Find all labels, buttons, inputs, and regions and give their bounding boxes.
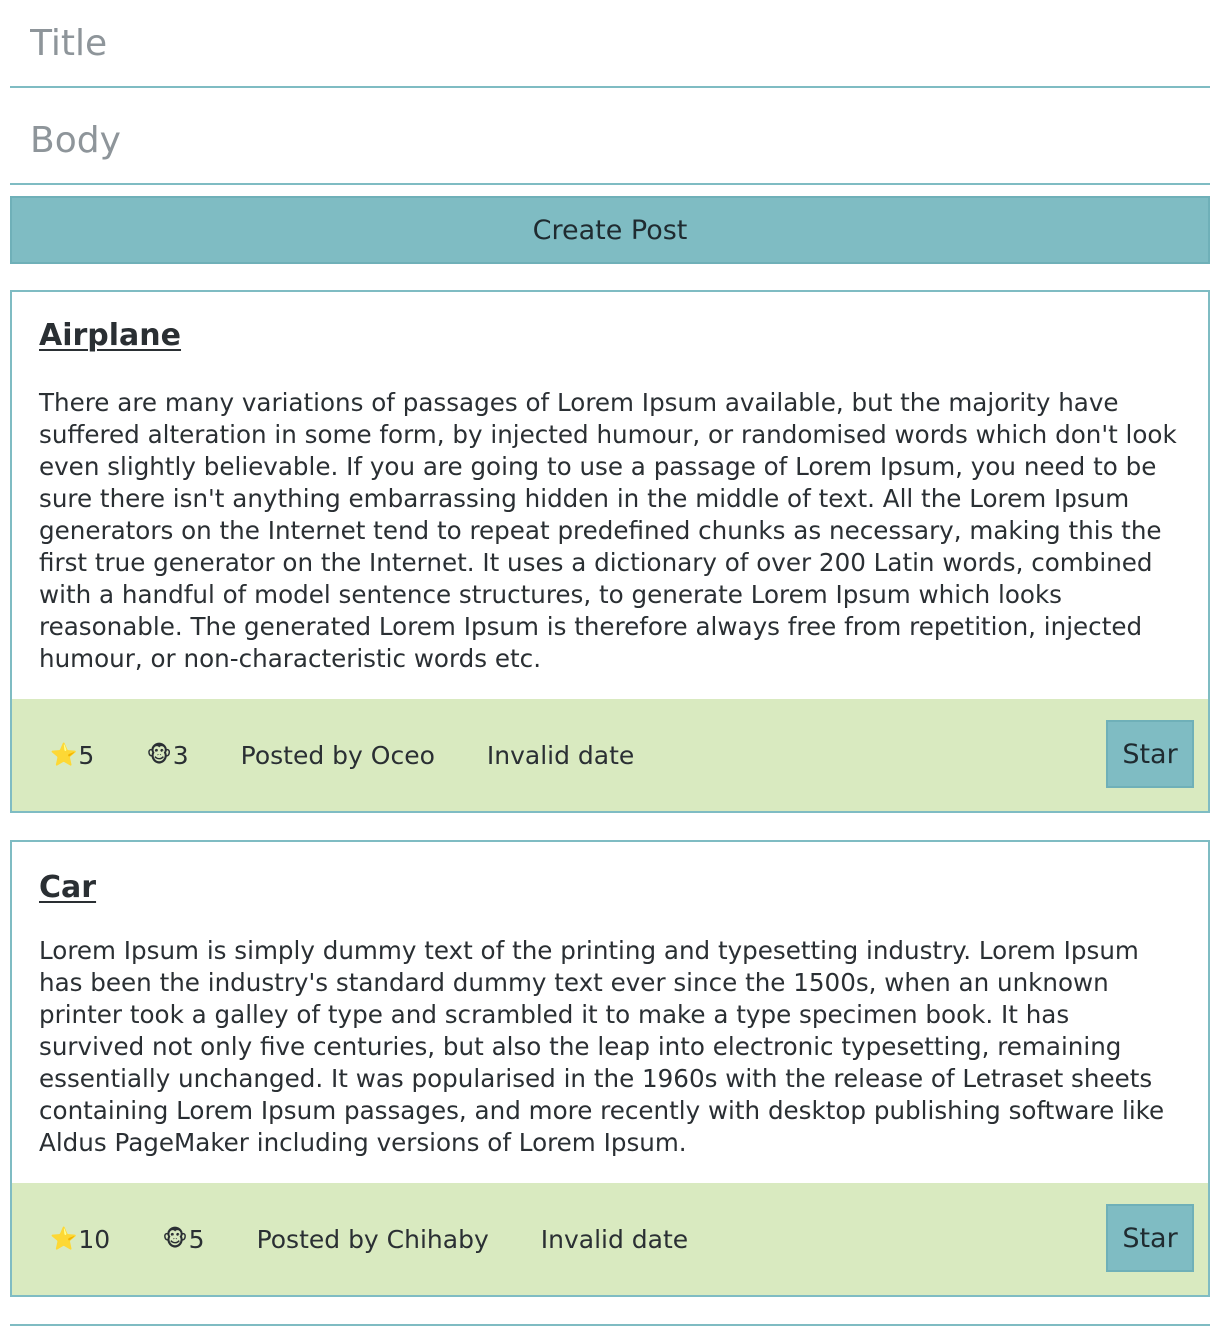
star-button[interactable]: Star	[1106, 1204, 1194, 1272]
post-card: Car Lorem Ipsum is simply dummy text of …	[10, 840, 1210, 1297]
monkey-icon: 🐵	[146, 742, 172, 768]
monkey-count-value: 5	[188, 1224, 205, 1254]
monkey-icon: 🐵	[162, 1226, 188, 1252]
post-title-link[interactable]: Car	[39, 870, 96, 905]
page: Create Post Airplane There are many vari…	[10, 0, 1210, 1326]
star-count-value: 10	[78, 1224, 111, 1254]
body-input[interactable]	[10, 119, 1210, 161]
post-date: Invalid date	[486, 740, 635, 770]
post-card: Airplane There are many variations of pa…	[10, 290, 1210, 813]
post-title-link[interactable]: Airplane	[39, 318, 181, 353]
post-content: Car Lorem Ipsum is simply dummy text of …	[12, 842, 1208, 1183]
monkey-count-value: 3	[172, 740, 189, 770]
body-field-wrapper	[10, 97, 1210, 185]
posted-by: Posted by Oceo	[240, 740, 435, 770]
star-count: ⭐ 10	[50, 1225, 110, 1254]
monkey-count: 🐵 3	[146, 741, 188, 770]
next-post-border	[10, 1324, 1210, 1326]
post-body: Lorem Ipsum is simply dummy text of the …	[39, 936, 1165, 1157]
create-post-button[interactable]: Create Post	[10, 196, 1210, 264]
post-footer: ⭐ 10 🐵 5 Posted by Chihaby Invalid date …	[12, 1183, 1208, 1295]
star-icon: ⭐	[50, 742, 78, 768]
posted-by: Posted by Chihaby	[256, 1224, 489, 1254]
title-input[interactable]	[10, 22, 1210, 64]
monkey-count: 🐵 5	[162, 1225, 204, 1254]
star-icon: ⭐	[50, 1226, 78, 1252]
star-count-value: 5	[78, 740, 95, 770]
create-post-form: Create Post	[10, 0, 1210, 264]
title-field-wrapper	[10, 0, 1210, 88]
post-date: Invalid date	[540, 1224, 689, 1254]
post-content: Airplane There are many variations of pa…	[12, 292, 1208, 699]
star-button[interactable]: Star	[1106, 720, 1194, 788]
post-body: There are many variations of passages of…	[39, 388, 1177, 673]
post-footer: ⭐ 5 🐵 3 Posted by Oceo Invalid date Star	[12, 699, 1208, 811]
star-count: ⭐ 5	[50, 741, 94, 770]
